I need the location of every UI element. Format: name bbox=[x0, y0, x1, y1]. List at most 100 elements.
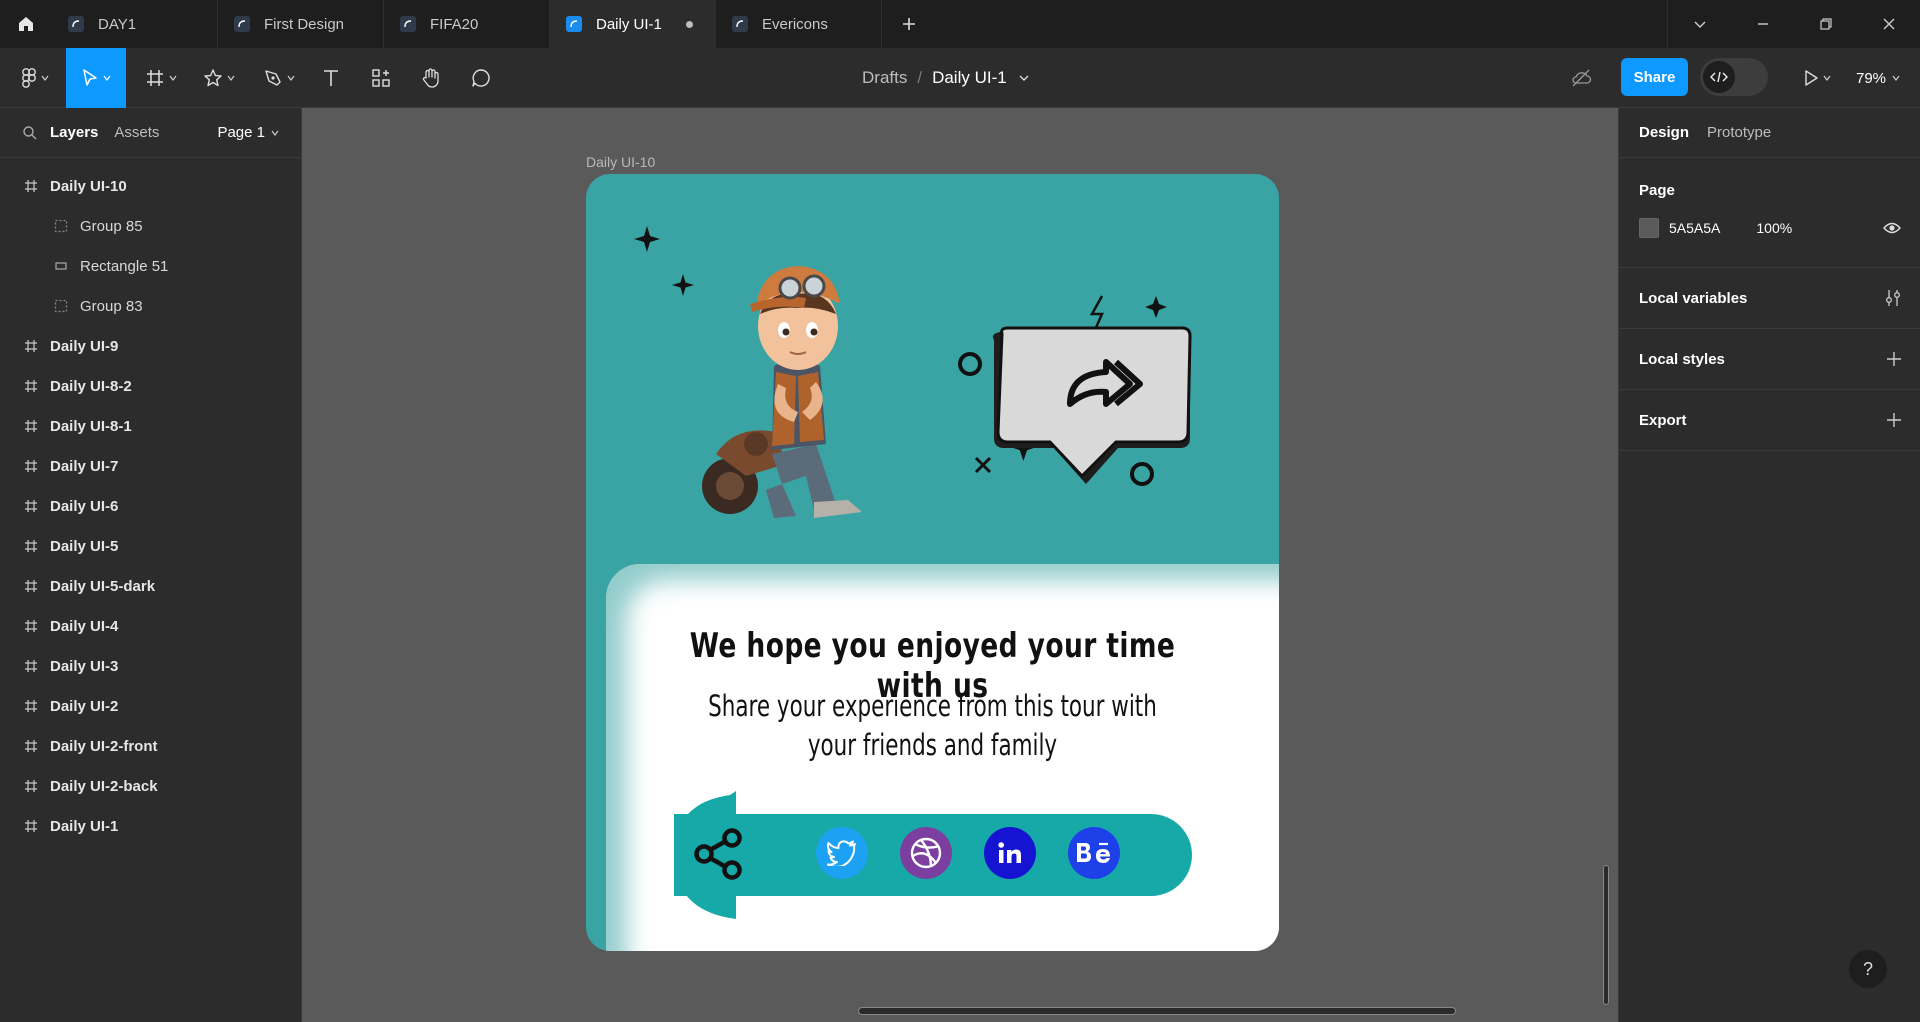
tab-layers[interactable]: Layers bbox=[50, 124, 98, 141]
tab-1[interactable]: First Design bbox=[218, 0, 384, 48]
file-icon bbox=[68, 16, 84, 32]
properties-panel-header: Design Prototype bbox=[1619, 108, 1920, 158]
sliders-icon[interactable] bbox=[1884, 289, 1902, 307]
share-card-frame[interactable]: We hope you enjoyed your time with us Sh… bbox=[586, 174, 1279, 951]
breadcrumb-separator: / bbox=[917, 68, 923, 87]
eye-icon[interactable] bbox=[1883, 221, 1901, 235]
chevron-down-icon bbox=[1694, 21, 1705, 28]
share-bubble-illustration bbox=[958, 295, 1192, 486]
search-icon[interactable] bbox=[22, 125, 38, 141]
share-button[interactable]: Share bbox=[1621, 58, 1688, 96]
layer-item[interactable]: Group 83 bbox=[0, 286, 301, 326]
tab-2[interactable]: FIFA20 bbox=[384, 0, 550, 48]
minimize-button[interactable] bbox=[1731, 0, 1794, 48]
rectangle-icon bbox=[54, 259, 80, 273]
chevron-down-icon bbox=[271, 130, 279, 136]
offline-indicator[interactable] bbox=[1566, 48, 1596, 108]
layer-item[interactable]: Daily UI-4 bbox=[0, 606, 301, 646]
shape-tool[interactable] bbox=[196, 48, 242, 108]
tab-prototype[interactable]: Prototype bbox=[1707, 124, 1771, 141]
main-menu-button[interactable] bbox=[14, 48, 56, 108]
tab-assets[interactable]: Assets bbox=[114, 124, 159, 141]
layer-label: Daily UI-6 bbox=[50, 497, 119, 515]
chevron-down-icon bbox=[1823, 75, 1831, 81]
tab-design[interactable]: Design bbox=[1639, 124, 1689, 141]
layer-item[interactable]: Daily UI-9 bbox=[0, 326, 301, 366]
zoom-control[interactable]: 79% bbox=[1856, 48, 1900, 108]
linkedin-icon[interactable] bbox=[984, 827, 1036, 879]
share-nodes-icon[interactable] bbox=[692, 826, 748, 882]
layer-item[interactable]: Daily UI-8-1 bbox=[0, 406, 301, 446]
file-name[interactable]: Daily UI-1 bbox=[932, 68, 1007, 88]
help-button[interactable]: ? bbox=[1849, 950, 1887, 988]
close-window-button[interactable] bbox=[1857, 0, 1920, 48]
page-selector[interactable]: Page 1 bbox=[217, 124, 279, 141]
layer-label: Daily UI-7 bbox=[50, 457, 119, 475]
layer-item[interactable]: Daily UI-1 bbox=[0, 806, 301, 846]
horizontal-scrollbar[interactable] bbox=[858, 1007, 1456, 1015]
dev-mode-knob bbox=[1703, 61, 1735, 93]
file-icon bbox=[234, 16, 250, 32]
page-color-swatch[interactable] bbox=[1639, 218, 1659, 238]
layer-item[interactable]: Daily UI-6 bbox=[0, 486, 301, 526]
behance-icon[interactable] bbox=[1068, 827, 1120, 879]
home-button[interactable] bbox=[0, 0, 52, 48]
vertical-scrollbar[interactable] bbox=[1603, 865, 1609, 1005]
layer-item[interactable]: Daily UI-5 bbox=[0, 526, 301, 566]
layer-item[interactable]: Daily UI-8-2 bbox=[0, 366, 301, 406]
tab-4[interactable]: Evericons bbox=[716, 0, 882, 48]
layer-item[interactable]: Daily UI-7 bbox=[0, 446, 301, 486]
layer-label: Rectangle 51 bbox=[80, 257, 169, 275]
canvas[interactable]: Daily UI-10 We hope you enjoyed your tim… bbox=[302, 108, 1618, 1022]
twitter-icon[interactable] bbox=[816, 827, 868, 879]
text-tool[interactable] bbox=[316, 48, 346, 108]
frame-icon bbox=[24, 459, 50, 473]
tabs-dropdown-button[interactable] bbox=[1668, 0, 1731, 48]
local-variables-row[interactable]: Local variables bbox=[1619, 268, 1920, 329]
boy-character-illustration bbox=[702, 266, 862, 518]
frame-icon bbox=[24, 379, 50, 393]
pen-icon bbox=[265, 70, 281, 86]
restore-icon bbox=[1819, 18, 1832, 30]
page-color-value[interactable]: 5A5A5A bbox=[1669, 220, 1720, 236]
page-opacity-value[interactable]: 100% bbox=[1756, 220, 1792, 236]
frame-icon bbox=[147, 70, 163, 86]
export-row[interactable]: Export bbox=[1619, 390, 1920, 451]
cursor-icon bbox=[83, 69, 97, 86]
dribbble-icon[interactable] bbox=[900, 827, 952, 879]
layer-item[interactable]: Daily UI-2 bbox=[0, 686, 301, 726]
new-tab-button[interactable] bbox=[882, 0, 936, 48]
plus-icon[interactable] bbox=[1886, 412, 1902, 428]
pen-tool[interactable] bbox=[256, 48, 302, 108]
layer-item[interactable]: Group 85 bbox=[0, 206, 301, 246]
export-label: Export bbox=[1639, 411, 1687, 429]
hand-icon bbox=[422, 68, 439, 88]
layer-item[interactable]: Daily UI-2-back bbox=[0, 766, 301, 806]
layer-item[interactable]: Rectangle 51 bbox=[0, 246, 301, 286]
layer-item[interactable]: Daily UI-5-dark bbox=[0, 566, 301, 606]
present-button[interactable] bbox=[1794, 48, 1840, 108]
chevron-down-icon[interactable] bbox=[1019, 73, 1029, 83]
layer-item[interactable]: Daily UI-3 bbox=[0, 646, 301, 686]
hand-tool[interactable] bbox=[416, 48, 446, 108]
plus-icon[interactable] bbox=[1886, 351, 1902, 367]
comment-tool[interactable] bbox=[466, 48, 496, 108]
minimize-icon bbox=[1757, 23, 1768, 25]
layer-label: Daily UI-1 bbox=[50, 817, 119, 835]
layer-item[interactable]: Daily UI-2-front bbox=[0, 726, 301, 766]
frame-label[interactable]: Daily UI-10 bbox=[586, 154, 655, 170]
page-selector-label: Page 1 bbox=[217, 124, 265, 141]
breadcrumb-drafts[interactable]: Drafts bbox=[862, 68, 907, 88]
dev-mode-toggle[interactable] bbox=[1700, 58, 1768, 96]
resources-tool[interactable] bbox=[366, 48, 396, 108]
tab-0[interactable]: DAY1 bbox=[52, 0, 218, 48]
local-styles-row[interactable]: Local styles bbox=[1619, 329, 1920, 390]
card-subtitle-line-2: your friends and family bbox=[807, 728, 1058, 762]
local-variables-label: Local variables bbox=[1639, 289, 1748, 307]
tab-3[interactable]: Daily UI-1 bbox=[550, 0, 716, 48]
move-tool[interactable] bbox=[66, 48, 126, 108]
tab-label: Evericons bbox=[762, 15, 828, 33]
restore-button[interactable] bbox=[1794, 0, 1857, 48]
layer-item[interactable]: Daily UI-10 bbox=[0, 166, 301, 206]
frame-tool[interactable] bbox=[138, 48, 184, 108]
